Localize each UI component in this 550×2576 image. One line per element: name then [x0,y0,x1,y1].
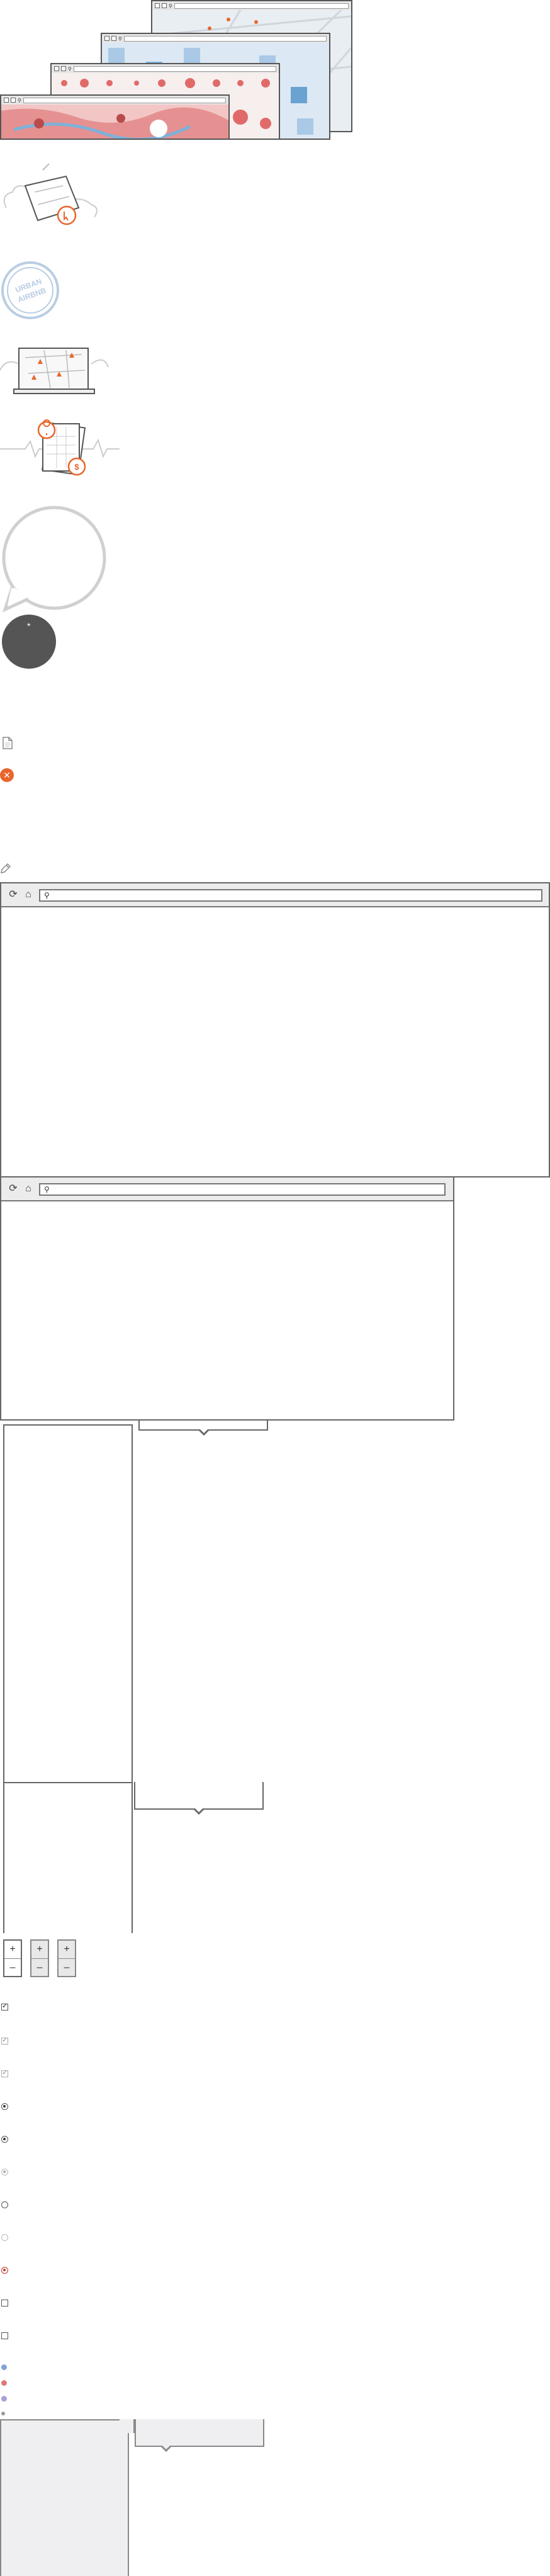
map-marker [208,26,211,30]
zoom-control-hover: + – [30,1939,49,1977]
tooltip-caret-inner [195,1808,203,1812]
checkbox-unchecked-hover[interactable] [1,2332,8,2339]
reload-icon[interactable]: ⟳ [8,889,19,900]
side-panel-2 [3,1782,133,1933]
radio-selected[interactable] [1,2103,8,2110]
choropleth-map [1,105,228,139]
close-icon[interactable]: ✕ [0,768,14,782]
legend-dot-gray [1,2412,5,2415]
browser-content [1,906,549,1176]
search-icon: ⚲ [68,65,72,72]
reload-icon [155,3,160,8]
svg-text:$: $ [74,462,79,472]
radio-selected-disabled[interactable] [1,2169,8,2176]
zoom-in-button[interactable]: + [59,1941,75,1958]
legend-dot-purple [1,2396,7,2402]
zoom-control-active: + – [57,1939,76,1977]
tooltip-caret-inner [162,2446,170,2449]
mini-toolbar: ⚲ [152,1,351,11]
url-bar[interactable]: ⚲ [39,1183,446,1196]
dark-circle-badge: * [2,615,56,669]
home-icon [162,3,167,8]
mini-toolbar: ⚲ [1,96,228,105]
documents-pin-illustration: $ [0,419,120,476]
url-bar[interactable]: ⚲ [39,889,542,902]
reload-icon[interactable]: ⟳ [8,1183,19,1194]
home-icon [61,66,66,71]
browser-toolbar: ⟳ ⌂ ⚲ [1,1177,453,1201]
search-icon: ⚲ [118,35,122,42]
speech-bubble [2,506,106,613]
search-icon: ⚲ [44,891,50,900]
home-icon [11,98,16,103]
zoom-out-button[interactable]: – [59,1958,75,1977]
map-marker [227,18,230,21]
checkbox-unchecked[interactable] [1,2300,8,2306]
zoom-out-button[interactable]: – [31,1958,48,1977]
mini-url-bar [23,97,226,103]
home-icon[interactable]: ⌂ [23,889,34,900]
browser-window-medium: ⟳ ⌂ ⚲ [0,1176,454,1421]
checkbox-checked-hover[interactable] [1,2036,8,2045]
mini-toolbar: ⚲ [102,34,329,43]
side-panel-1 [3,1424,133,1783]
zoom-out-button[interactable]: – [4,1958,21,1977]
mini-toolbar: ⚲ [52,64,279,74]
checkbox-checked-disabled[interactable] [1,2068,8,2077]
search-icon: ⚲ [18,97,21,103]
browser-content [1,1200,453,1419]
search-icon: ⚲ [169,3,172,9]
radio-unselected[interactable] [1,2201,8,2208]
mini-url-bar [123,35,327,42]
zoom-control-default: + – [3,1939,22,1977]
reload-icon [54,66,59,71]
laptop-map-illustration [0,348,109,394]
dark-circle-marker: * [27,621,31,631]
map-marker [254,20,258,24]
browser-window-large: ⟳ ⌂ ⚲ [0,882,550,1177]
pencil-icon[interactable] [0,863,11,874]
browser-toolbar: ⟳ ⌂ ⚲ [1,883,549,907]
mini-url-bar [174,3,349,9]
stamp-illustration: URBAN AIRBNB [1,261,59,319]
tooltip-gray [135,2419,264,2447]
home-icon[interactable]: ⌂ [23,1183,34,1194]
search-icon: ⚲ [44,1185,50,1194]
info-panel-gray [0,2419,129,2576]
cursor-map-illustration [3,163,98,225]
reload-icon [104,36,109,41]
document-icon[interactable] [2,737,13,749]
checkbox-checked[interactable] [1,2002,8,2011]
radio-selected-error[interactable] [1,2267,8,2274]
zoom-in-button[interactable]: + [31,1941,48,1958]
radio-selected-hover[interactable] [1,2136,8,2143]
legend-dot-red [1,2380,7,2386]
info-panel-tab [120,2419,135,2433]
hero-browser-stack: ⚲ ⚲ ⚲ ⚲ [0,0,352,140]
zoom-in-button[interactable]: + [4,1941,21,1958]
radio-unselected-disabled[interactable] [1,2234,8,2241]
mini-url-bar [73,65,276,72]
reload-icon [4,98,9,103]
tooltip-caret-inner [200,1429,208,1433]
browser-window-front: ⚲ [0,94,230,140]
legend-dot-blue [1,2364,7,2370]
tooltip-middle [134,1782,264,1810]
home-icon [111,36,116,41]
map-shapes [1,107,228,139]
